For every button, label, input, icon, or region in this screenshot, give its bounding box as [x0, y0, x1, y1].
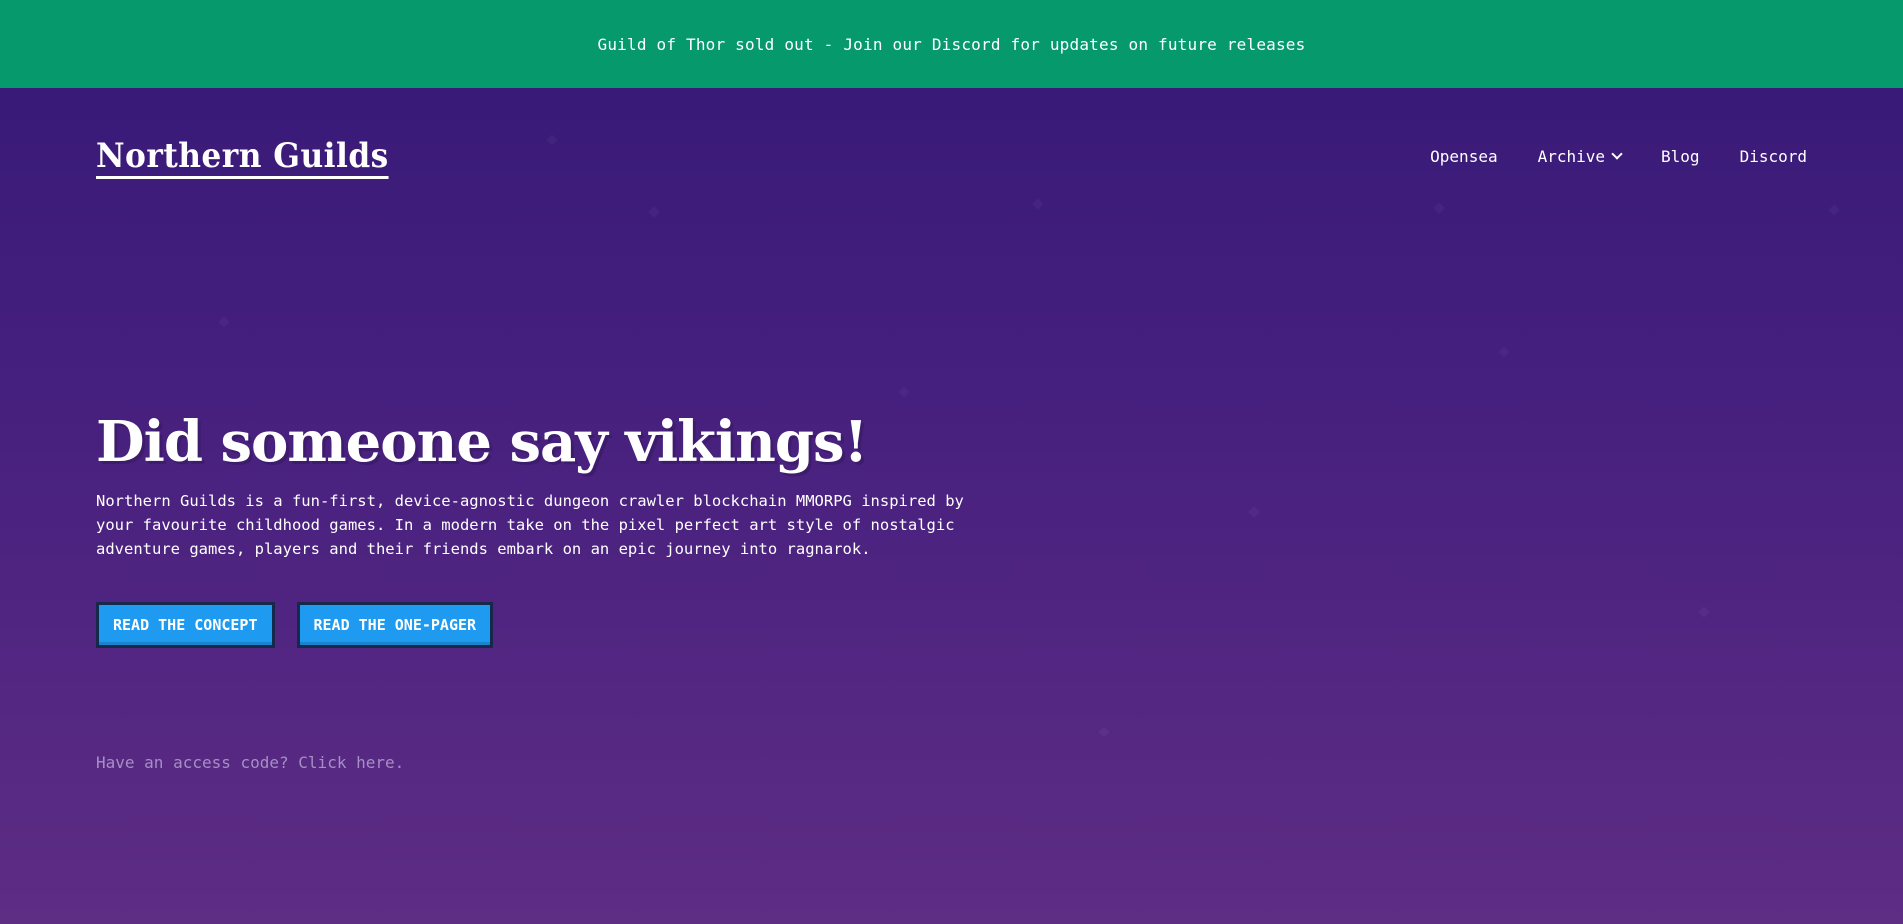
chevron-down-icon [1611, 148, 1623, 160]
nav-item-label: Archive [1537, 146, 1606, 166]
site-logo[interactable]: Northern Guilds [96, 136, 389, 179]
sparkle-decoration [1032, 198, 1044, 210]
hero-description: Northern Guilds is a fun-first, device-a… [96, 492, 964, 558]
read-concept-button[interactable]: READ THE CONCEPT [96, 602, 275, 648]
announcement-text[interactable]: Guild of Thor sold out - Join our Discor… [598, 35, 1306, 54]
hero-headline: Did someone say vikings! [96, 409, 868, 475]
hero-actions: READ THE CONCEPT READ THE ONE-PAGER [96, 602, 494, 648]
nav-item-label: Discord [1739, 146, 1807, 166]
sparkle-decoration [1433, 202, 1445, 214]
nav-item-label: Blog [1661, 146, 1700, 166]
sparkle-decoration [898, 386, 910, 398]
main-nav: Opensea Archive Blog Discord [1430, 136, 1807, 176]
sparkle-decoration [1098, 726, 1110, 738]
announcement-banner[interactable]: Guild of Thor sold out - Join our Discor… [0, 0, 1903, 88]
sparkle-decoration [648, 206, 660, 218]
nav-item-discord[interactable]: Discord [1740, 147, 1807, 166]
nav-item-opensea[interactable]: Opensea [1430, 147, 1497, 166]
sparkle-decoration [1698, 606, 1710, 618]
sparkle-decoration [1498, 346, 1510, 358]
sparkle-decoration [1248, 506, 1260, 518]
sparkle-decoration [1828, 204, 1840, 216]
nav-item-blog[interactable]: Blog [1661, 147, 1700, 166]
sparkle-decoration [546, 134, 558, 146]
sparkle-decoration [218, 316, 230, 328]
access-code-link[interactable]: Have an access code? Click here. [96, 753, 404, 772]
read-one-pager-button[interactable]: READ THE ONE-PAGER [296, 602, 494, 648]
nav-item-archive[interactable]: Archive [1537, 146, 1623, 166]
nav-item-label: Opensea [1430, 146, 1498, 166]
